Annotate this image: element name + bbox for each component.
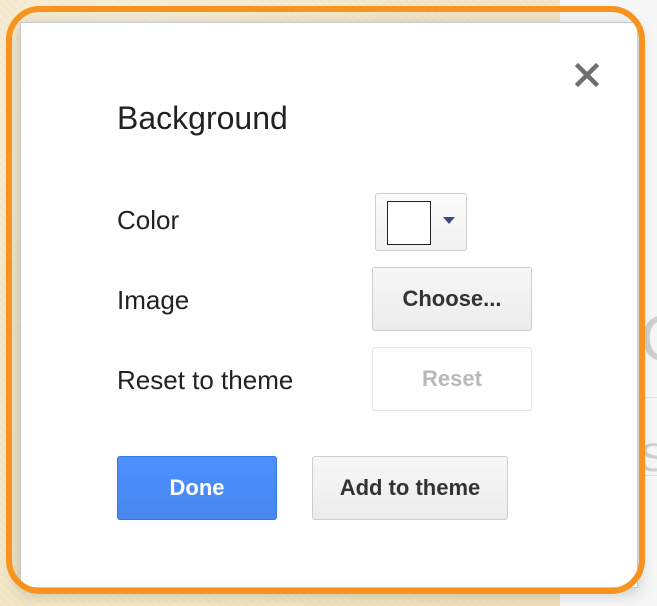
dialog-title: Background xyxy=(117,100,288,136)
close-icon xyxy=(574,62,600,88)
reset-to-theme-label: Reset to theme xyxy=(117,365,294,395)
chevron-down-icon xyxy=(443,217,455,224)
underlying-text: S xyxy=(640,436,657,480)
color-label: Color xyxy=(117,205,180,235)
choose-image-button[interactable]: Choose... xyxy=(372,267,532,331)
done-button[interactable]: Done xyxy=(117,456,277,520)
add-to-theme-button[interactable]: Add to theme xyxy=(312,456,508,520)
reset-button[interactable]: Reset xyxy=(372,347,532,411)
color-swatch xyxy=(387,201,431,245)
background-dialog: Background Color Image Choose... Reset t… xyxy=(20,22,638,588)
underlying-text: C xyxy=(640,300,657,376)
color-picker-button[interactable] xyxy=(375,193,467,251)
close-button[interactable] xyxy=(571,59,603,91)
image-label: Image xyxy=(117,285,190,315)
